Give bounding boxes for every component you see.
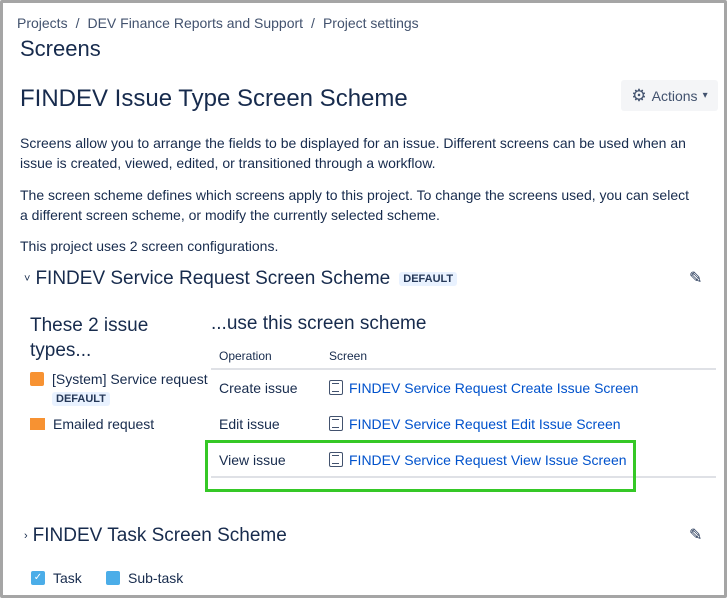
use-scheme-heading: ...use this screen scheme — [211, 313, 427, 334]
issue-type-subtask: Sub-task — [106, 570, 183, 586]
lightbulb-icon — [30, 372, 44, 386]
column-screen: Screen — [329, 349, 368, 363]
column-operation: Operation — [219, 349, 272, 363]
issue-type-service-request: [System] Service request — [30, 371, 208, 387]
issue-type-name: [System] Service request — [52, 371, 208, 387]
screen-link-text[interactable]: FINDEV Service Request Edit Issue Screen — [349, 416, 621, 432]
description-2: The screen scheme defines which screens … — [20, 187, 689, 223]
issue-type-name: Task — [53, 570, 82, 586]
scheme-header-task[interactable]: › FINDEV Task Screen Scheme — [24, 525, 287, 547]
screen-icon — [329, 380, 343, 395]
scheme-name: FINDEV Task Screen Scheme — [32, 525, 287, 546]
page-title: Screens — [20, 36, 101, 61]
default-badge: DEFAULT — [399, 272, 458, 286]
operation-edit: Edit issue — [219, 416, 280, 432]
breadcrumb-projects[interactable]: Projects — [17, 15, 68, 31]
issue-type-name: Sub-task — [128, 570, 184, 586]
actions-button[interactable]: ⚙ Actions ▾ — [621, 80, 718, 111]
screen-icon — [329, 416, 343, 431]
description-3: This project uses 2 screen configuration… — [20, 238, 279, 254]
chevron-right-icon: › — [24, 530, 28, 542]
gear-icon: ⚙ — [631, 85, 647, 105]
issue-type-emailed-request: Emailed request — [30, 416, 154, 432]
scheme-title: FINDEV Issue Type Screen Scheme — [20, 85, 408, 112]
breadcrumb-settings[interactable]: Project settings — [323, 15, 419, 31]
issue-types-heading: These 2 issue types... — [30, 315, 149, 361]
screen-link-edit[interactable]: FINDEV Service Request Edit Issue Screen — [329, 416, 621, 432]
issue-type-name: Emailed request — [53, 416, 155, 432]
divider — [211, 368, 716, 370]
description-1: Screens allow you to arrange the fields … — [20, 135, 686, 171]
breadcrumb: Projects / DEV Finance Reports and Support… — [17, 15, 419, 31]
operation-create: Create issue — [219, 380, 298, 396]
screen-link-text[interactable]: FINDEV Service Request Create Issue Scre… — [349, 380, 638, 396]
chevron-down-icon: ˅ — [24, 273, 31, 285]
checkbox-icon: ✓ — [31, 571, 45, 585]
issue-type-task: ✓ Task — [31, 570, 82, 586]
subtask-icon — [106, 571, 120, 585]
actions-label: Actions — [651, 87, 698, 104]
scheme-name: FINDEV Service Request Screen Scheme — [35, 268, 391, 289]
envelope-icon — [30, 418, 45, 430]
scheme-header-service-request[interactable]: ˅ FINDEV Service Request Screen Scheme D… — [24, 268, 458, 290]
edit-pencil-icon[interactable]: ✎ — [689, 268, 703, 287]
edit-pencil-icon[interactable]: ✎ — [689, 525, 703, 544]
highlight-box — [205, 440, 636, 492]
chevron-down-icon: ▾ — [702, 90, 708, 101]
default-badge: DEFAULT — [52, 392, 110, 406]
screen-link-create[interactable]: FINDEV Service Request Create Issue Scre… — [329, 380, 638, 396]
breadcrumb-project[interactable]: DEV Finance Reports and Support — [87, 15, 303, 31]
